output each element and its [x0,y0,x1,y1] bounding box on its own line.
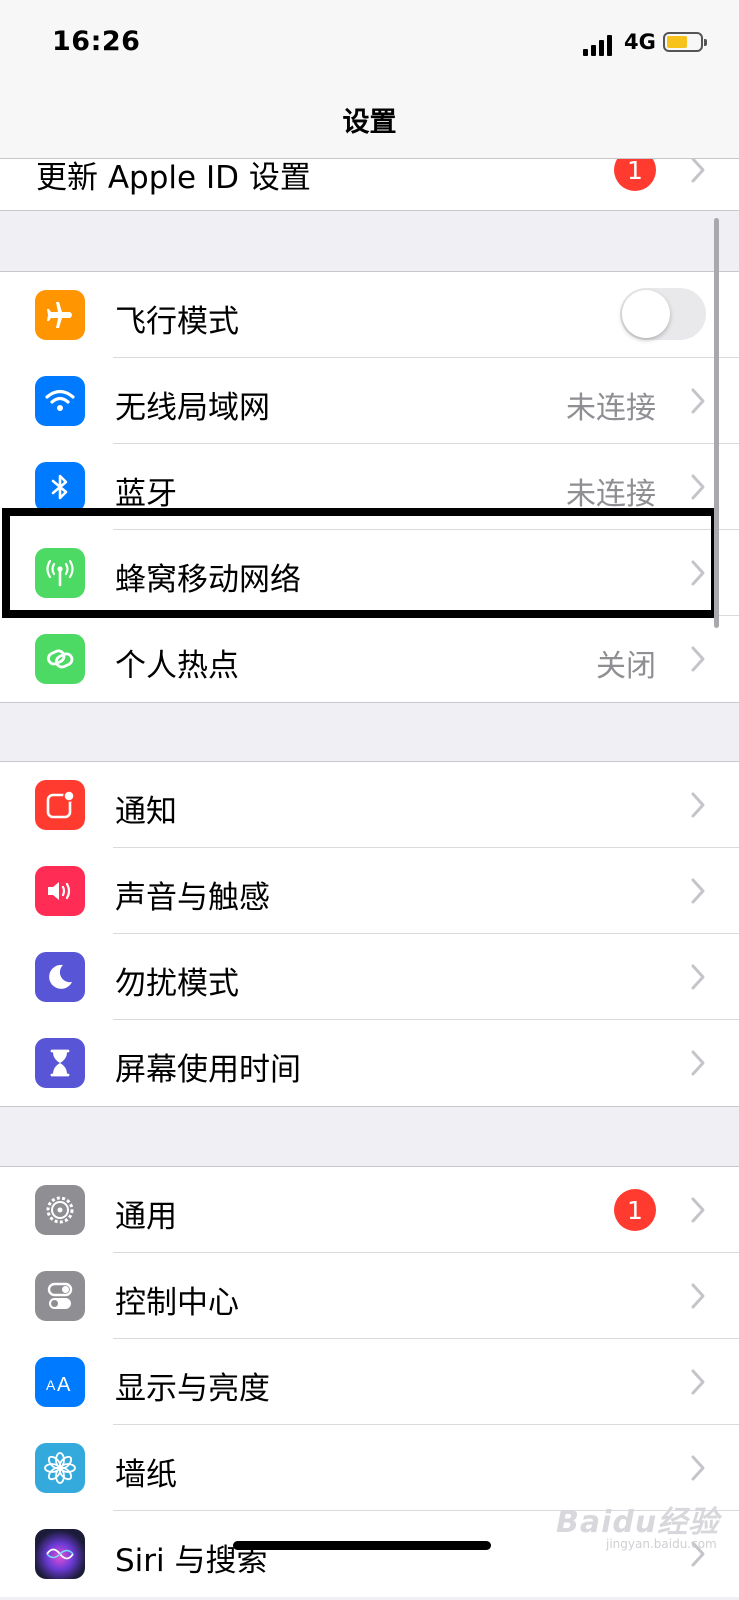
row-label: 个人热点 [115,648,239,684]
siri-icon [35,1529,85,1579]
settings-row-airplane-mode[interactable]: 飞行模式 [0,272,739,358]
cellular-antenna-icon [35,548,85,598]
row-label: 勿扰模式 [115,966,239,1002]
row-label: 墙纸 [115,1457,177,1493]
settings-row-bluetooth[interactable]: 蓝牙 未连接 [0,444,739,530]
toggles-icon [35,1271,85,1321]
signal-strength-icon [583,34,615,56]
chevron-right-icon [691,964,705,990]
settings-row-notifications[interactable]: 通知 [0,762,739,848]
row-value: 未连接 [566,477,656,512]
text-size-icon: AA [35,1357,85,1407]
chevron-right-icon [691,1197,705,1223]
settings-row-screen-time[interactable]: 屏幕使用时间 [0,1020,739,1106]
hourglass-icon [35,1038,85,1088]
row-label: 控制中心 [115,1285,239,1321]
chevron-right-icon [691,792,705,818]
settings-row-general[interactable]: 通用 1 [0,1167,739,1253]
airplane-icon [35,290,85,340]
settings-row-wifi[interactable]: 无线局域网 未连接 [0,358,739,444]
watermark-url: jingyan.baidu.com [606,1537,717,1551]
chevron-right-icon [691,388,705,414]
speaker-icon [35,866,85,916]
wifi-icon [35,376,85,426]
notifications-group: 通知 声音与触感 勿扰模式 屏幕使用时间 [0,761,739,1107]
settings-row-personal-hotspot[interactable]: 个人热点 关闭 [0,616,739,702]
row-label: 通知 [115,794,177,830]
settings-row-cellular[interactable]: 蜂窝移动网络 [0,530,739,616]
notifications-icon [35,780,85,830]
moon-icon [35,952,85,1002]
chevron-right-icon [691,1369,705,1395]
clock: 16:26 [52,26,141,57]
settings-row-control-center[interactable]: 控制中心 [0,1253,739,1339]
chevron-right-icon [691,157,705,183]
svg-text:A: A [57,1374,71,1396]
row-label: 声音与触感 [115,880,270,916]
chevron-right-icon [691,1050,705,1076]
settings-row-display[interactable]: AA 显示与亮度 [0,1339,739,1425]
row-label: 蓝牙 [115,476,177,512]
row-label: 蜂窝移动网络 [115,562,301,598]
chevron-right-icon [691,878,705,904]
bluetooth-icon [35,462,85,512]
settings-row-sounds[interactable]: 声音与触感 [0,848,739,934]
connectivity-group: 飞行模式 无线局域网 未连接 蓝牙 未连接 蜂窝移动网络 个人热点 关闭 [0,271,739,703]
gear-icon [35,1185,85,1235]
hotspot-icon [35,634,85,684]
row-label: 飞行模式 [115,304,239,340]
chevron-right-icon [691,474,705,500]
chevron-right-icon [691,560,705,586]
row-label: 通用 [115,1199,177,1235]
row-label: 显示与亮度 [115,1371,270,1407]
row-value: 未连接 [566,391,656,426]
chevron-right-icon [691,1455,705,1481]
chevron-right-icon [691,1283,705,1309]
home-indicator[interactable] [233,1541,491,1550]
watermark-logo: Baidu经验 [556,1505,720,1540]
row-label: 屏幕使用时间 [115,1052,301,1088]
battery-icon [663,32,707,52]
scrollbar[interactable] [714,218,719,628]
page-title-overlay: 设置 [342,107,397,138]
notification-badge: 1 [614,1189,656,1231]
chevron-right-icon [691,646,705,672]
airplane-mode-toggle[interactable] [620,288,706,340]
flower-icon [35,1443,85,1493]
network-type: 4G [624,30,656,54]
row-value: 关闭 [596,649,656,684]
settings-row-do-not-disturb[interactable]: 勿扰模式 [0,934,739,1020]
status-bar: 16:26 4G [0,0,739,90]
svg-text:A: A [46,1377,56,1393]
row-label: 无线局域网 [115,390,270,426]
